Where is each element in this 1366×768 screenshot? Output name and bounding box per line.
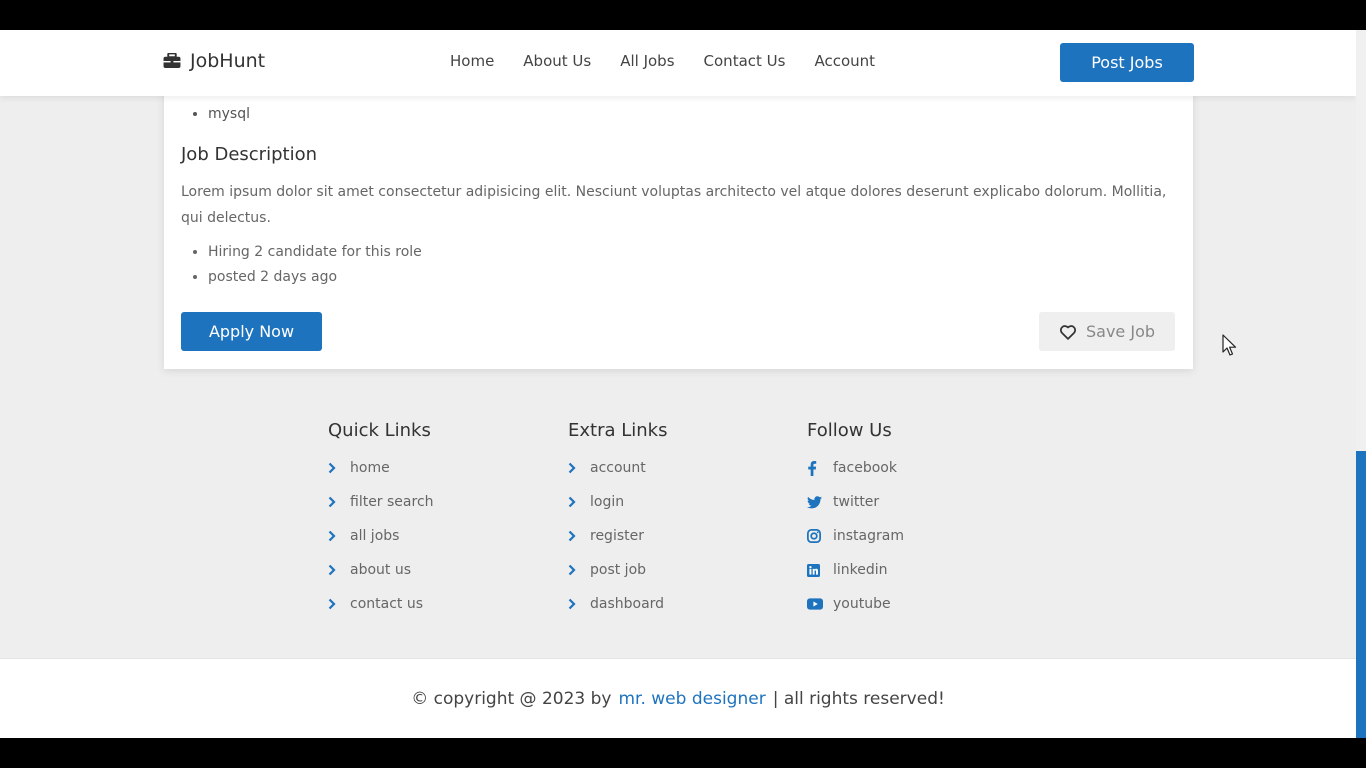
skill-item: mysql xyxy=(208,106,250,122)
copyright-bar: © copyright @ 2023 by mr. web designer |… xyxy=(0,658,1356,738)
chevron-right-icon xyxy=(328,528,346,544)
extra-link-label: account xyxy=(590,460,646,476)
post-jobs-button[interactable]: Post Jobs xyxy=(1060,43,1194,82)
chevron-right-icon xyxy=(328,460,346,476)
instagram-icon xyxy=(807,528,829,544)
letterbox-bottom xyxy=(0,738,1366,768)
extra-link-register[interactable]: register xyxy=(568,528,667,562)
social-link-label: linkedin xyxy=(833,562,888,578)
skills-list: mysql xyxy=(208,106,250,122)
quick-link-label: filter search xyxy=(350,494,434,510)
quick-link-label: home xyxy=(350,460,390,476)
scrollbar-thumb[interactable] xyxy=(1356,451,1366,738)
chevron-right-icon xyxy=(568,596,586,612)
extra-link-label: dashboard xyxy=(590,596,665,612)
main-nav: Home About Us All Jobs Contact Us Accoun… xyxy=(450,52,875,70)
hiring-count: Hiring 2 candidate for this role xyxy=(208,240,422,265)
extra-link-dashboard[interactable]: dashboard xyxy=(568,596,667,630)
extra-link-label: login xyxy=(590,494,625,510)
extra-link-account[interactable]: account xyxy=(568,460,667,494)
extra-link-label: register xyxy=(590,528,644,544)
extra-links-title: Extra Links xyxy=(568,420,668,441)
mouse-cursor-icon xyxy=(1222,334,1237,356)
copyright-prefix: © copyright @ 2023 by xyxy=(411,688,612,709)
social-link-youtube[interactable]: youtube xyxy=(807,596,904,630)
youtube-icon xyxy=(807,596,829,612)
brand-logo[interactable]: JobHunt xyxy=(162,50,265,72)
chevron-right-icon xyxy=(568,460,586,476)
extra-link-login[interactable]: login xyxy=(568,494,667,528)
extra-links-column: Extra Links account login register post … xyxy=(568,420,667,630)
quick-links-column: Quick Links home filter search all jobs … xyxy=(328,420,434,630)
extra-link-post-job[interactable]: post job xyxy=(568,562,667,596)
quick-link-contact-us[interactable]: contact us xyxy=(328,596,434,630)
job-meta-list: Hiring 2 candidate for this role posted … xyxy=(208,240,422,290)
social-link-label: facebook xyxy=(833,460,897,476)
social-link-label: twitter xyxy=(833,494,880,510)
social-link-label: instagram xyxy=(833,528,904,544)
facebook-icon xyxy=(807,460,829,476)
quick-links-title: Quick Links xyxy=(328,420,431,441)
save-job-label: Save Job xyxy=(1085,322,1156,341)
chevron-right-icon xyxy=(568,528,586,544)
site-header: JobHunt Home About Us All Jobs Contact U… xyxy=(0,30,1356,96)
chevron-right-icon xyxy=(568,494,586,510)
follow-us-column: Follow Us facebook twitter instagram lin… xyxy=(807,420,904,630)
page-viewport: JobHunt Home About Us All Jobs Contact U… xyxy=(0,30,1356,738)
extra-link-label: post job xyxy=(590,562,647,578)
job-description-text: Lorem ipsum dolor sit amet consectetur a… xyxy=(181,184,1167,226)
quick-link-about-us[interactable]: about us xyxy=(328,562,434,596)
follow-us-title: Follow Us xyxy=(807,420,892,441)
author-link[interactable]: mr. web designer xyxy=(618,689,765,709)
chevron-right-icon xyxy=(328,562,346,578)
job-description-title: Job Description xyxy=(181,144,317,165)
nav-contact-us[interactable]: Contact Us xyxy=(704,52,786,70)
quick-link-all-jobs[interactable]: all jobs xyxy=(328,528,434,562)
social-link-facebook[interactable]: facebook xyxy=(807,460,904,494)
nav-account[interactable]: Account xyxy=(814,52,875,70)
letterbox-top xyxy=(0,0,1366,30)
quick-link-label: about us xyxy=(350,562,412,578)
social-link-label: youtube xyxy=(833,596,891,612)
apply-now-button[interactable]: Apply Now xyxy=(181,312,322,351)
twitter-icon xyxy=(807,494,829,510)
social-link-instagram[interactable]: instagram xyxy=(807,528,904,562)
job-detail-card: mysql Job Description Lorem ipsum dolor … xyxy=(164,60,1193,369)
copyright-suffix: | all rights reserved! xyxy=(772,688,945,709)
nav-about-us[interactable]: About Us xyxy=(523,52,591,70)
quick-link-label: contact us xyxy=(350,596,424,612)
quick-link-filter-search[interactable]: filter search xyxy=(328,494,434,528)
chevron-right-icon xyxy=(328,596,346,612)
quick-link-home[interactable]: home xyxy=(328,460,434,494)
nav-home[interactable]: Home xyxy=(450,52,494,70)
social-link-twitter[interactable]: twitter xyxy=(807,494,904,528)
nav-all-jobs[interactable]: All Jobs xyxy=(620,52,674,70)
posted-time: posted 2 days ago xyxy=(208,265,422,290)
chevron-right-icon xyxy=(568,562,586,578)
brand-name: JobHunt xyxy=(190,50,266,72)
save-job-button[interactable]: Save Job xyxy=(1039,312,1175,351)
social-link-linkedin[interactable]: linkedin xyxy=(807,562,904,596)
linkedin-icon xyxy=(807,562,829,578)
briefcase-icon xyxy=(163,53,181,69)
heart-icon xyxy=(1059,324,1076,340)
chevron-right-icon xyxy=(328,494,346,510)
quick-link-label: all jobs xyxy=(350,528,400,544)
